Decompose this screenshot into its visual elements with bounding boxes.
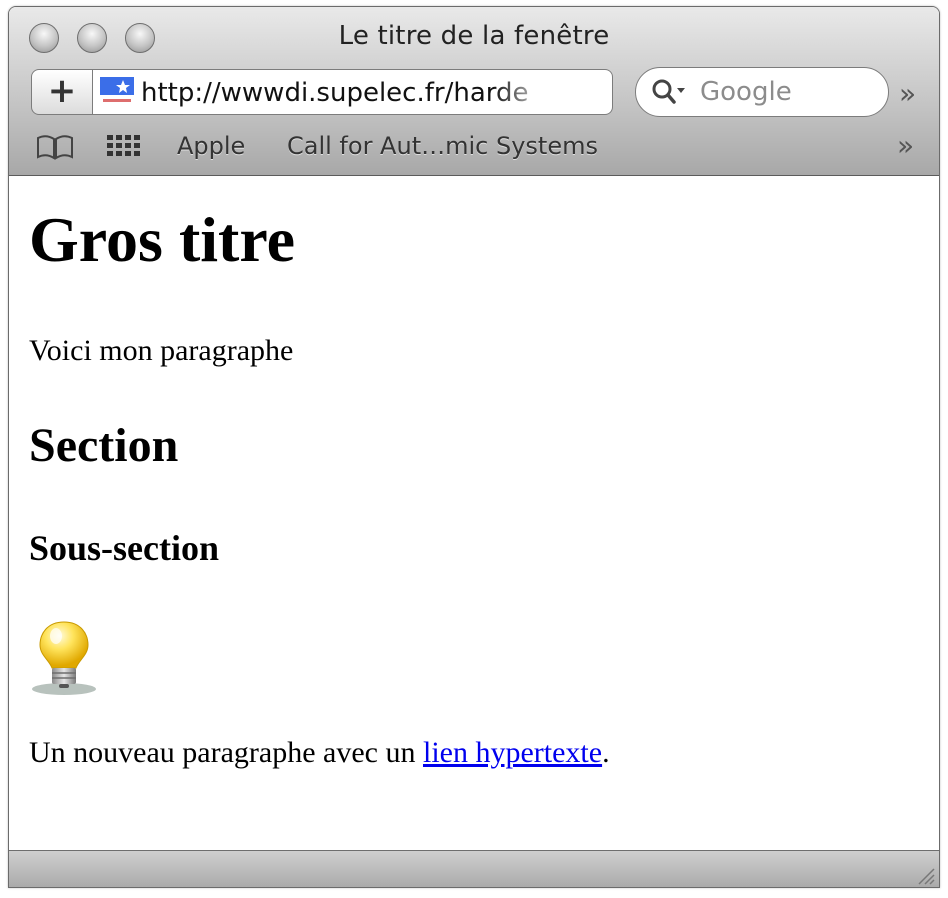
paragraph-2-text: Un nouveau paragraphe avec un — [29, 736, 423, 769]
page-content: Gros titre Voici mon paragraphe Section … — [9, 176, 939, 850]
search-field[interactable]: Google — [635, 67, 889, 117]
bookmark-call-for-autonomic-systems[interactable]: Call for Aut…mic Systems — [287, 131, 598, 161]
bookmarks-book-icon[interactable] — [35, 133, 75, 161]
section-heading: Section — [29, 419, 179, 472]
bookmarks-overflow-button[interactable]: » — [897, 129, 914, 162]
paragraph-1: Voici mon paragraphe — [29, 334, 294, 367]
paragraph-2-end: . — [602, 736, 610, 769]
paragraph-2: Un nouveau paragraphe avec un lien hyper… — [29, 733, 610, 773]
page-heading: Gros titre — [29, 204, 295, 275]
browser-window: Le titre de la fenêtre + http://wwwdi.su… — [8, 6, 940, 888]
toolbar-overflow-button[interactable]: » — [899, 77, 916, 110]
top-sites-grid-icon[interactable] — [105, 133, 141, 159]
site-favicon-icon — [100, 77, 134, 107]
address-bar[interactable]: http://wwwdi.supelec.fr/harde ↻ — [93, 69, 675, 115]
bookmark-apple[interactable]: Apple — [177, 131, 245, 161]
search-placeholder: Google — [700, 77, 792, 107]
window-title: Le titre de la fenêtre — [338, 21, 610, 51]
subsection-heading: Sous-section — [29, 528, 220, 568]
url-text: http://wwwdi.supelec.fr/harde — [141, 78, 529, 108]
toolbar-area: Le titre de la fenêtre + http://wwwdi.su… — [9, 7, 939, 176]
hypertext-link[interactable]: lien hypertexte — [423, 736, 602, 769]
url-fade — [493, 72, 553, 112]
lightbulb-icon — [32, 621, 96, 695]
status-bar — [9, 850, 939, 887]
search-icon — [652, 79, 685, 104]
resize-grip-icon[interactable] — [913, 863, 935, 885]
add-bookmark-button[interactable]: + — [31, 69, 93, 115]
